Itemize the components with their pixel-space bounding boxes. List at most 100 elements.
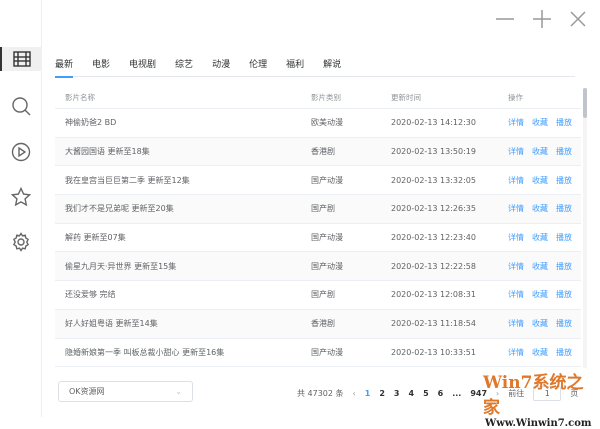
row-actions: 详情 收藏 播放 (508, 232, 572, 243)
details-link[interactable]: 详情 (508, 117, 524, 128)
sidebar-item-play[interactable] (9, 140, 33, 164)
video-name: 我们才不是兄弟呢 更新至20集 (65, 204, 174, 214)
video-category: 国产动漫 (311, 233, 343, 243)
details-link[interactable]: 详情 (508, 318, 524, 329)
update-time: 2020-02-13 12:08:31 (391, 290, 476, 300)
play-link[interactable]: 播放 (556, 146, 572, 157)
update-time: 2020-02-13 13:50:19 (391, 147, 476, 157)
update-time: 2020-02-13 10:33:51 (391, 347, 476, 357)
video-category: 欧美动漫 (311, 118, 343, 128)
video-name: 我在皇宫当巨巨第二季 更新至12集 (65, 175, 190, 185)
video-category: 国产动漫 (311, 261, 343, 271)
page-4[interactable]: 4 (408, 389, 414, 398)
table-row: 解药 更新至07集 国产动漫 2020-02-13 12:23:40 详情 收藏 播放 (55, 224, 581, 253)
category-tabs: 最新 电影 电视剧 综艺 动漫 伦理 福利 解说 (55, 55, 575, 78)
play-link[interactable]: 播放 (556, 203, 572, 214)
tab-7[interactable]: 解说 (323, 55, 341, 77)
tab-0[interactable]: 最新 (55, 55, 74, 78)
table-row: 偷星九月天·异世界 更新至15集 国产动漫 2020-02-13 12:22:58 详… (55, 252, 581, 282)
sidebar-item-search[interactable] (9, 94, 33, 118)
watermark-url: Www.Winwin7.com (485, 418, 592, 429)
row-actions: 详情 收藏 播放 (508, 117, 572, 128)
table-header: 影片名称 影片类别 更新时间 操作 (55, 86, 581, 109)
details-link[interactable]: 详情 (508, 347, 524, 358)
table-row: 还没爱够 完结 国产剧 2020-02-13 12:08:31 详情 收藏 播放 (55, 281, 581, 310)
row-actions: 详情 收藏 播放 (508, 289, 572, 300)
play-link[interactable]: 播放 (556, 232, 572, 243)
video-category: 香港剧 (311, 147, 335, 157)
row-actions: 详情 收藏 播放 (508, 347, 572, 358)
tab-4[interactable]: 动漫 (212, 55, 230, 77)
details-link[interactable]: 详情 (508, 203, 524, 214)
header-actions: 操作 (508, 92, 523, 102)
close-button[interactable] (569, 10, 587, 28)
play-link[interactable]: 播放 (556, 289, 572, 300)
star-icon (11, 187, 31, 207)
page-6[interactable]: 6 (438, 389, 444, 398)
favorite-link[interactable]: 收藏 (532, 146, 548, 157)
update-time: 2020-02-13 12:22:58 (391, 261, 476, 271)
scrollbar-thumb[interactable] (583, 88, 587, 118)
table-scrollbar[interactable] (583, 88, 587, 368)
details-link[interactable]: 详情 (508, 146, 524, 157)
favorite-link[interactable]: 收藏 (532, 203, 548, 214)
favorite-link[interactable]: 收藏 (532, 261, 548, 272)
details-link[interactable]: 详情 (508, 175, 524, 186)
details-link[interactable]: 详情 (508, 232, 524, 243)
source-select[interactable]: OK资源网 ⌄ (58, 381, 193, 402)
sidebar-item-movies[interactable] (0, 47, 42, 71)
play-link[interactable]: 播放 (556, 117, 572, 128)
update-time: 2020-02-13 12:26:35 (391, 204, 476, 214)
favorite-link[interactable]: 收藏 (532, 175, 548, 186)
play-link[interactable]: 播放 (556, 175, 572, 186)
favorite-link[interactable]: 收藏 (532, 347, 548, 358)
sidebar-item-favorites[interactable] (9, 185, 33, 209)
favorite-link[interactable]: 收藏 (532, 289, 548, 300)
page-2[interactable]: 2 (379, 389, 385, 398)
play-link[interactable]: 播放 (556, 261, 572, 272)
chevron-down-icon: ⌄ (175, 387, 182, 396)
play-link[interactable]: 播放 (556, 318, 572, 329)
video-name: 好人好姐粤语 更新至14集 (65, 319, 158, 329)
watermark: Win7系统之家 Www.Winwin7.com (455, 368, 600, 429)
table-row: 我们才不是兄弟呢 更新至20集 国产剧 2020-02-13 12:26:35 详情收… (55, 195, 581, 224)
prev-page-button[interactable]: ‹ (353, 389, 356, 398)
update-time: 2020-02-13 13:32:05 (391, 175, 476, 185)
total-count: 共 47302 条 (297, 389, 344, 398)
play-icon (11, 142, 31, 162)
sidebar-item-settings[interactable] (9, 230, 33, 254)
favorite-link[interactable]: 收藏 (532, 232, 548, 243)
tab-5[interactable]: 伦理 (249, 55, 267, 77)
minimize-button[interactable] (494, 8, 516, 30)
page-5[interactable]: 5 (423, 389, 429, 398)
video-category: 香港剧 (311, 319, 335, 329)
gear-icon (12, 232, 30, 252)
tab-6[interactable]: 福利 (286, 55, 304, 77)
table-row: 好人好姐粤语 更新至14集 香港剧 2020-02-13 11:18:54 详情 收藏播… (55, 309, 581, 339)
video-category: 国产剧 (311, 204, 335, 214)
details-link[interactable]: 详情 (508, 289, 524, 300)
film-grid-icon (13, 51, 31, 67)
header-time: 更新时间 (391, 92, 421, 102)
video-name: 大酱园国语 更新至18集 (65, 147, 150, 157)
favorite-link[interactable]: 收藏 (532, 318, 548, 329)
source-value: OK资源网 (69, 387, 105, 396)
row-actions: 详情 收藏 播放 (508, 203, 572, 214)
page-3[interactable]: 3 (394, 389, 400, 398)
tab-3[interactable]: 综艺 (175, 55, 193, 77)
search-icon (12, 97, 31, 116)
tab-2[interactable]: 电视剧 (129, 55, 156, 77)
page-1[interactable]: 1 (365, 389, 371, 398)
table-row: 隐婚新娘第一季 叫板总裁小甜心 更新至16集 国产动漫 2020-02-13 10:… (55, 339, 581, 368)
sidebar (0, 0, 42, 417)
video-name: 偷星九月天·异世界 更新至15集 (65, 261, 177, 271)
tab-1[interactable]: 电影 (92, 55, 110, 77)
play-link[interactable]: 播放 (556, 347, 572, 358)
details-link[interactable]: 详情 (508, 261, 524, 272)
maximize-button[interactable] (531, 8, 553, 30)
video-name: 神偷奶爸2 BD (65, 118, 117, 128)
video-name: 解药 更新至07集 (65, 233, 126, 243)
update-time: 2020-02-13 14:12:30 (391, 118, 476, 128)
favorite-link[interactable]: 收藏 (532, 117, 548, 128)
row-actions: 详情 收藏 播放 (508, 146, 572, 157)
